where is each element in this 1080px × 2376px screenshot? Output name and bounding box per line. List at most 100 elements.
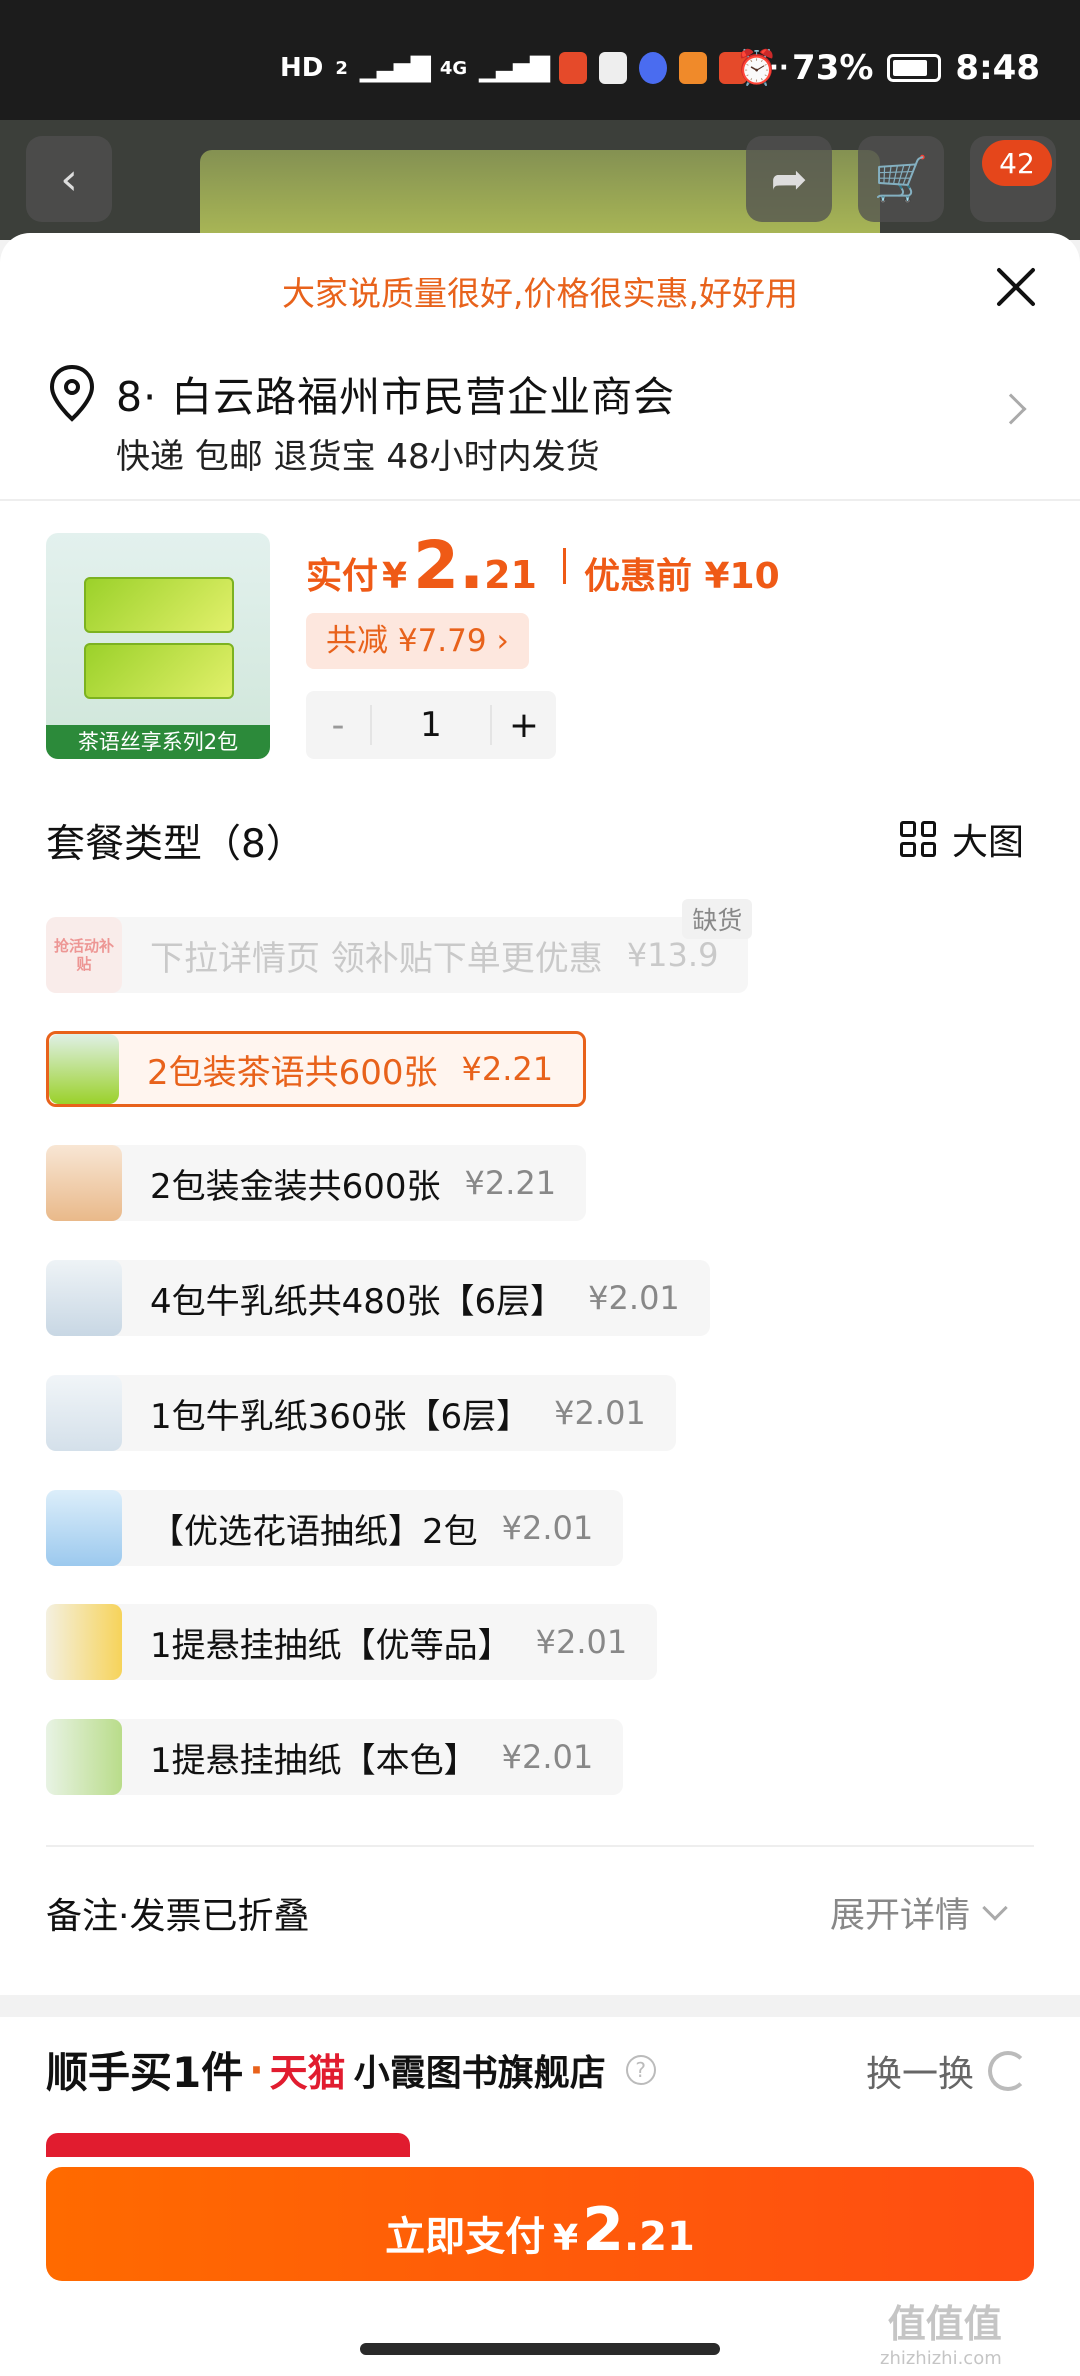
option-thumbnail — [49, 1034, 119, 1104]
quantity-stepper: - 1 + — [306, 691, 556, 759]
option-thumbnail-text: 抢活动补贴 — [53, 937, 114, 973]
option-name: 1包牛乳纸360张【6层】 — [150, 1396, 531, 1437]
increase-button[interactable]: + — [492, 705, 556, 746]
option-thumbnail — [46, 1375, 122, 1451]
quantity-value[interactable]: 1 — [370, 705, 492, 745]
watermark: 值值值 zhizhizhi.com — [880, 2293, 1002, 2369]
price-integer: 2. — [413, 527, 485, 604]
watermark-main: 值值值 — [887, 2302, 1002, 2346]
expand-label: 展开详情 — [830, 1896, 971, 1936]
pay-now-button[interactable]: 立即支付 ¥ 2 .21 — [46, 2167, 1034, 2281]
status-right: ⏰ 73% 8:48 — [736, 48, 1040, 88]
addon-dot: · — [249, 2047, 264, 2092]
swap-button[interactable]: 换一换 — [866, 2045, 1029, 2097]
big-view-toggle[interactable]: 大图 — [900, 813, 1024, 865]
chevron-down-icon — [982, 1894, 1008, 1921]
share-button[interactable]: ➦ — [746, 136, 832, 222]
promo-strip — [46, 2133, 410, 2157]
big-view-label: 大图 — [952, 822, 1025, 863]
option-thumbnail: 抢活动补贴 — [46, 917, 122, 993]
video-notification-icon — [679, 52, 708, 84]
option-thumbnail — [46, 1719, 122, 1795]
package-option[interactable]: 1包牛乳纸360张【6层】 ¥2.01 — [46, 1375, 676, 1451]
swap-label: 换一换 — [866, 2054, 975, 2095]
discount-badge[interactable]: 共减 ¥7.79 › — [306, 613, 529, 669]
battery-icon — [887, 54, 942, 82]
option-thumbnail — [46, 1260, 122, 1336]
watermark-sub: zhizhizhi.com — [880, 2348, 1002, 2369]
decrease-button[interactable]: - — [306, 705, 370, 746]
pay-label: 立即支付 — [385, 2214, 546, 2260]
price-currency: ¥ — [382, 556, 408, 597]
option-name: 1提悬挂抽纸【优等品】 — [150, 1625, 512, 1666]
option-name: 1提悬挂抽纸【本色】 — [150, 1740, 478, 1781]
tissue-pack-image — [84, 643, 234, 699]
delivery-info: 快递 包邮 退货宝 48小时内发货 — [116, 437, 600, 477]
remark-label: 备注·发票已折叠 — [46, 1896, 310, 1937]
option-price: ¥2.01 — [554, 1394, 646, 1432]
status-bar: HD 2 ▁▃▅▇ 4G ▁▃▅▇ ··· ⏰ 73% 8:48 — [0, 0, 1080, 120]
package-option[interactable]: 1提悬挂抽纸【本色】 ¥2.01 — [46, 1719, 624, 1795]
address-row[interactable]: 8· 白云路福州市民营企业商会 快递 包邮 退货宝 48小时内发货 — [0, 353, 1080, 499]
help-icon[interactable]: ? — [625, 2054, 656, 2085]
signal-icon: ▁▃▅▇ — [479, 53, 550, 83]
calendar-notification-icon — [599, 52, 628, 84]
option-name: 2包装茶语共600张 — [147, 1052, 438, 1093]
addon-shop-row: 顺手买1件 · 天猫 小霞图书旗舰店 ? — [46, 2039, 656, 2100]
app-notification-icon — [559, 52, 588, 84]
original-price: 优惠前 ¥10 — [583, 556, 780, 597]
sold-out-badge: 缺货 — [682, 899, 753, 939]
package-option[interactable]: 【优选花语抽纸】2包 ¥2.01 — [46, 1490, 624, 1566]
clock: 8:48 — [955, 48, 1040, 88]
option-price: ¥2.21 — [464, 1164, 557, 1202]
status-left: HD 2 ▁▃▅▇ 4G ▁▃▅▇ ··· — [280, 52, 789, 84]
grid-icon — [900, 821, 936, 857]
option-price: ¥2.01 — [501, 1509, 594, 1547]
alarm-icon: ⏰ — [735, 48, 779, 88]
browser-notification-icon — [639, 52, 668, 84]
option-name: 【优选花语抽纸】2包 — [150, 1511, 478, 1552]
location-pin-icon — [49, 364, 95, 422]
divider — [0, 499, 1080, 501]
package-option[interactable]: 抢活动补贴 下拉详情页 领补贴下单更优惠 ¥13.9 缺货 — [46, 899, 753, 993]
pay-integer: 2 — [582, 2195, 624, 2265]
pay-currency: ¥ — [553, 2218, 579, 2259]
home-indicator[interactable] — [360, 2343, 720, 2355]
close-icon[interactable] — [990, 261, 1042, 313]
network-indicator: 4G — [439, 57, 468, 79]
address-text: 8· 白云路福州市民营企业商会 — [116, 373, 676, 421]
refresh-icon — [988, 2051, 1029, 2091]
share-icon: ➦ — [770, 153, 808, 205]
package-option[interactable]: 4包牛乳纸共480张【6层】 ¥2.01 — [46, 1260, 710, 1336]
chevron-left-icon: ‹ — [60, 153, 78, 205]
option-name: 4包牛乳纸共480张【6层】 — [150, 1281, 565, 1322]
product-thumbnail[interactable]: 茶语丝享系列2包 — [46, 533, 270, 759]
tmall-logo: 天猫 — [269, 2051, 346, 2095]
expand-details-button[interactable]: 展开详情 — [830, 1887, 1008, 1938]
hd-indicator: HD — [280, 53, 324, 83]
addon-title: 顺手买1件 — [46, 2048, 244, 2097]
option-price: ¥2.01 — [535, 1623, 628, 1661]
back-button[interactable]: ‹ — [26, 136, 112, 222]
package-option-selected[interactable]: 2包装茶语共600张 ¥2.21 — [46, 1031, 587, 1107]
thumbnail-label: 茶语丝享系列2包 — [46, 725, 270, 759]
option-thumbnail — [46, 1145, 122, 1221]
option-name: 下拉详情页 领补贴下单更优惠 — [150, 938, 603, 979]
cart-button[interactable]: 🛒 — [858, 136, 944, 222]
option-price: ¥2.01 — [501, 1738, 594, 1776]
package-option[interactable]: 1提悬挂抽纸【优等品】 ¥2.01 — [46, 1604, 658, 1680]
option-name: 2包装金装共600张 — [150, 1166, 441, 1207]
option-thumbnail — [46, 1490, 122, 1566]
price-separator — [562, 547, 566, 584]
shop-name[interactable]: 小霞图书旗舰店 — [354, 2044, 606, 2096]
cart-badge: 42 — [982, 140, 1052, 186]
package-option[interactable]: 2包装金装共600张 ¥2.21 — [46, 1145, 587, 1221]
cart-icon: 🛒 — [873, 154, 929, 205]
order-sheet: 大家说质量很好,价格很实惠,好好用 8· 白云路福州市民营企业商会 快递 包邮 … — [0, 233, 1080, 2376]
section-separator — [0, 1995, 1080, 2017]
tissue-pack-image — [84, 577, 234, 633]
package-type-title: 套餐类型（8） — [46, 822, 305, 867]
pay-decimal: .21 — [623, 2214, 695, 2260]
chevron-right-icon — [995, 393, 1027, 425]
option-thumbnail — [46, 1604, 122, 1680]
